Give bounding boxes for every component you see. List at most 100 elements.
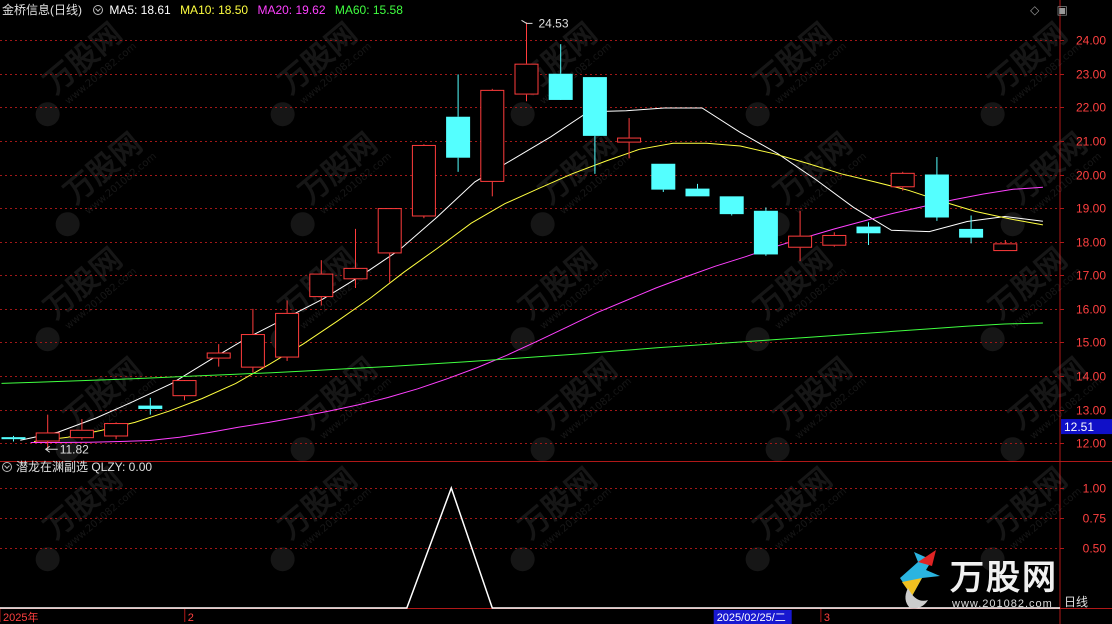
- candle-body: [104, 423, 129, 437]
- scroll-icon[interactable]: ▣: [1057, 3, 1068, 17]
- dropdown-icon[interactable]: [93, 5, 104, 15]
- candle-body: [548, 73, 573, 100]
- y-tick-label: 13.00: [1076, 404, 1106, 418]
- candle: [651, 163, 676, 192]
- watermark-emblem-icon: [270, 547, 295, 572]
- watermark-icon: 万股网www.201082.com: [270, 241, 374, 352]
- watermark-icon: 万股网www.201082.com: [510, 241, 614, 352]
- candle-body: [377, 208, 402, 254]
- candle-body: [753, 210, 778, 255]
- y-tick-label: 15.00: [1076, 336, 1106, 350]
- candle-body: [446, 116, 471, 158]
- watermark-icon: 万股网www.201082.com: [35, 461, 139, 572]
- candle: [172, 380, 197, 401]
- candle: [993, 240, 1018, 252]
- candle: [1, 435, 26, 442]
- chart-canvas[interactable]: 万股网www.201082.com 万股网www.201082.com 万股网www…: [0, 0, 1112, 624]
- brand-logo: 万股网 www.201082.com: [892, 548, 1092, 618]
- y-tick-label: 14.00: [1076, 370, 1106, 384]
- top-right-controls: ◇ ▣: [1016, 3, 1068, 17]
- watermark-icon: 万股网www.201082.com: [980, 241, 1084, 352]
- candle-body: [856, 226, 881, 234]
- watermark-emblem-icon: [290, 212, 315, 237]
- candle-body: [890, 172, 915, 188]
- diamond-icon[interactable]: ◇: [1030, 3, 1039, 17]
- watermark-emblem-icon: [270, 102, 295, 127]
- candle-body: [138, 405, 163, 409]
- watermark-icon: 万股网www.201082.com: [270, 16, 374, 127]
- ma5-label: MA5: 18.61: [109, 3, 171, 17]
- candle: [480, 88, 505, 197]
- watermark-emblem-icon: [745, 102, 770, 127]
- candle-body: [651, 163, 676, 190]
- candle-body: [480, 89, 505, 182]
- watermark-emblem-icon: [980, 327, 1005, 352]
- y-tick-label: 19.00: [1076, 202, 1106, 216]
- high-arrow: [521, 19, 533, 24]
- candle: [890, 171, 915, 191]
- candle-body: [35, 432, 60, 442]
- x-tick-label: 2: [188, 612, 194, 624]
- candle-body: [582, 77, 607, 136]
- logo-url: www.201082.com: [952, 598, 1053, 610]
- watermark-icon: 万股网www.201082.com: [510, 461, 614, 572]
- watermark-emblem-icon: [35, 102, 60, 127]
- candle: [924, 157, 949, 221]
- candle-body: [685, 188, 710, 197]
- y-tick-label: 17.00: [1076, 269, 1106, 283]
- watermark-emblem-icon: [1000, 212, 1025, 237]
- ma20-label: MA20: 19.62: [257, 3, 326, 17]
- watermark-emblem-icon: [510, 327, 535, 352]
- watermark-emblem-icon: [510, 102, 535, 127]
- candle-body: [411, 144, 436, 217]
- indicator-title[interactable]: 潜龙在渊副选 QLZY: 0.00: [16, 460, 152, 474]
- x-tick-label: 3: [824, 612, 830, 624]
- watermark-icon: 万股网www.201082.com: [270, 461, 374, 572]
- main-chart-header: 金桥信息(日线) MA5: 18.61 MA10: 18.50 MA20: 19…: [0, 0, 409, 20]
- watermark-emblem-icon: [980, 102, 1005, 127]
- candle-body: [172, 380, 197, 397]
- candle-body: [309, 273, 334, 298]
- watermark-emblem-icon: [55, 212, 80, 237]
- watermark-emblem-icon: [35, 327, 60, 352]
- candle-body: [924, 174, 949, 218]
- candle: [240, 308, 265, 373]
- candle: [719, 196, 744, 216]
- candle: [138, 397, 163, 415]
- candle: [206, 344, 231, 367]
- candle: [104, 422, 129, 440]
- cursor-date-label: 2025/02/25/二: [717, 612, 786, 624]
- x-tick-label: 2025年: [3, 610, 38, 624]
- candle: [35, 414, 60, 450]
- stock-title[interactable]: 金桥信息(日线): [2, 3, 82, 17]
- candle-body: [206, 352, 231, 359]
- candle-body: [1, 437, 26, 440]
- y-tick-label: 16.00: [1076, 303, 1106, 317]
- y-tick-label: 20.00: [1076, 169, 1106, 183]
- current-price-label: 12.51: [1064, 420, 1094, 434]
- y-tick-label: 22.00: [1076, 101, 1106, 115]
- candle-body: [240, 334, 265, 368]
- indicator-header: 潜龙在渊副选 QLZY: 0.00: [0, 458, 152, 476]
- candle-body: [275, 312, 300, 358]
- candle-body: [69, 429, 94, 439]
- candle-body: [514, 63, 539, 95]
- candle-body: [343, 267, 368, 280]
- y-tick-label: 23.00: [1076, 68, 1106, 82]
- candle-body: [788, 235, 813, 248]
- candle-body: [822, 234, 847, 246]
- candle: [377, 208, 402, 283]
- dropdown-icon[interactable]: [2, 462, 12, 472]
- high-label: 24.53: [539, 16, 569, 30]
- candle: [685, 183, 710, 197]
- watermark-icon: 万股网www.201082.com: [530, 351, 634, 462]
- watermark-icon: 万股网www.201082.com: [35, 16, 139, 127]
- candle-body: [719, 196, 744, 215]
- watermark-emblem-icon: [35, 547, 60, 572]
- watermark-emblem-icon: [745, 327, 770, 352]
- ma60-label: MA60: 15.58: [334, 3, 403, 17]
- logo-brand: 万股网: [950, 558, 1058, 598]
- candle: [446, 74, 471, 172]
- watermark-emblem-icon: [510, 547, 535, 572]
- candle: [411, 144, 436, 219]
